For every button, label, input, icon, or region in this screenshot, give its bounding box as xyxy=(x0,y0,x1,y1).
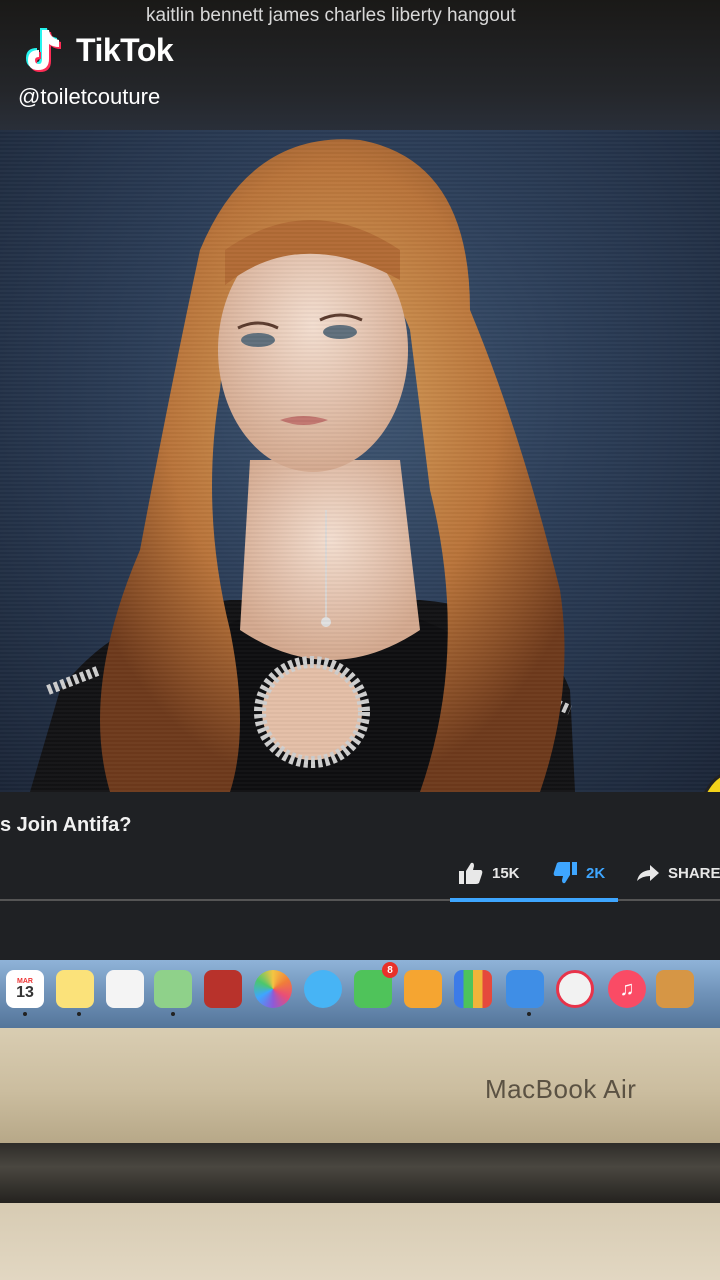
messages-icon[interactable] xyxy=(304,970,342,1008)
tiktok-video-frame: s Join Antifa? 15K 2K SHARE MAR 13 8 ♫ M… xyxy=(0,0,720,1280)
reminders-icon[interactable] xyxy=(106,970,144,1008)
photos-icon[interactable] xyxy=(254,970,292,1008)
share-arrow-icon xyxy=(637,865,659,881)
facetime-icon[interactable]: 8 xyxy=(354,962,398,1008)
thumbs-up-icon xyxy=(459,862,483,884)
like-button[interactable]: 15K xyxy=(458,858,520,888)
dislike-count: 2K xyxy=(586,864,606,882)
music-icon[interactable]: ♫ xyxy=(608,970,646,1008)
running-indicator xyxy=(77,1012,81,1016)
running-indicator xyxy=(527,1012,531,1016)
facetime-badge: 8 xyxy=(382,962,398,978)
news-icon[interactable] xyxy=(556,970,594,1008)
maps-icon[interactable] xyxy=(154,970,192,1008)
tiktok-logo-icon xyxy=(26,28,61,72)
share-label: SHARE xyxy=(668,864,720,882)
creator-handle[interactable]: @toiletcouture xyxy=(18,84,160,110)
dislike-button[interactable]: 2K xyxy=(552,858,605,888)
video-scan-texture xyxy=(0,130,720,792)
sentiment-bar xyxy=(450,898,618,902)
macbook-model-label: MacBook Air xyxy=(485,1074,637,1104)
photo-booth-icon[interactable] xyxy=(204,970,242,1008)
video-caption: kaitlin bennett james charles liberty ha… xyxy=(146,5,516,26)
notes-icon[interactable] xyxy=(56,970,94,1008)
pages-icon[interactable] xyxy=(404,970,442,1008)
calendar-icon[interactable]: MAR 13 xyxy=(6,970,44,1008)
like-count: 15K xyxy=(492,864,520,882)
share-button[interactable]: SHARE xyxy=(636,858,720,888)
laptop-base xyxy=(0,1203,720,1280)
youtube-video-player[interactable] xyxy=(0,130,720,792)
macos-dock: MAR 13 8 ♫ xyxy=(0,960,720,1028)
running-indicator xyxy=(23,1012,27,1016)
thumbs-down-icon xyxy=(553,862,577,884)
numbers-icon[interactable] xyxy=(454,970,492,1008)
calendar-day: 13 xyxy=(16,983,34,1001)
garageband-icon[interactable] xyxy=(656,970,694,1008)
laptop-hinge xyxy=(0,1143,720,1203)
video-title: s Join Antifa? xyxy=(0,814,132,836)
tiktok-wordmark: TikTok xyxy=(76,32,174,68)
running-indicator xyxy=(171,1012,175,1016)
keynote-icon[interactable] xyxy=(506,970,544,1008)
